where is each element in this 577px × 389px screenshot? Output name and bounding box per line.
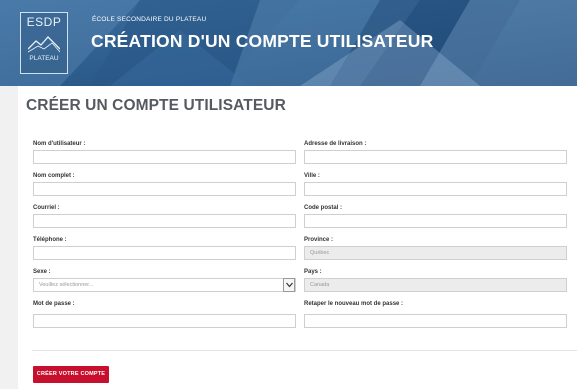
city-label: Ville : [304,173,320,179]
password-input[interactable] [33,314,296,328]
phone-input[interactable] [33,246,296,260]
password-confirm-input[interactable] [304,314,567,328]
province-label: Province : [304,237,334,243]
province-input: Québec [304,246,567,260]
create-account-button[interactable]: CRÉER VOTRE COMPTE [33,366,109,383]
country-input: Canada [304,278,567,292]
header-banner: ESDP PLATEAU ÉCOLE SECONDAIRE DU PLATEAU… [0,0,577,86]
page: ESDP PLATEAU ÉCOLE SECONDAIRE DU PLATEAU… [0,0,577,389]
app-title: CRÉATION D'UN COMPTE UTILISATEUR [91,31,434,51]
logo-subtext: PLATEAU [29,55,59,62]
address-input[interactable] [304,150,567,164]
username-label: Nom d'utilisateur : [33,141,86,147]
fullname-input[interactable] [33,182,296,196]
email-input[interactable] [33,214,296,228]
sex-select-value: Veuillez sélectionner... [39,282,94,288]
postal-label: Code postal : [304,205,343,211]
phone-label: Téléphone : [33,237,67,243]
school-name: ÉCOLE SECONDAIRE DU PLATEAU [92,16,207,23]
page-title: CRÉER UN COMPTE UTILISATEUR [26,97,286,114]
password-confirm-label: Retaper le nouveau mot de passe : [304,301,404,307]
school-logo: ESDP PLATEAU [20,12,68,74]
email-label: Courriel : [33,205,60,211]
chevron-down-icon[interactable] [283,278,295,292]
logo-text: ESDP [26,15,62,29]
sex-select[interactable]: Veuillez sélectionner... [33,278,296,292]
mountain-icon [28,36,60,53]
sex-label: Sexe : [33,269,51,275]
fullname-label: Nom complet : [33,173,75,179]
form-panel: CRÉER UN COMPTE UTILISATEUR Nom d'utilis… [18,86,577,389]
country-label: Pays : [304,269,322,275]
form-divider [32,350,577,351]
username-input[interactable] [33,150,296,164]
postal-input[interactable] [304,214,567,228]
password-label: Mot de passe : [33,301,75,307]
city-input[interactable] [304,182,567,196]
address-label: Adresse de livraison : [304,141,367,147]
